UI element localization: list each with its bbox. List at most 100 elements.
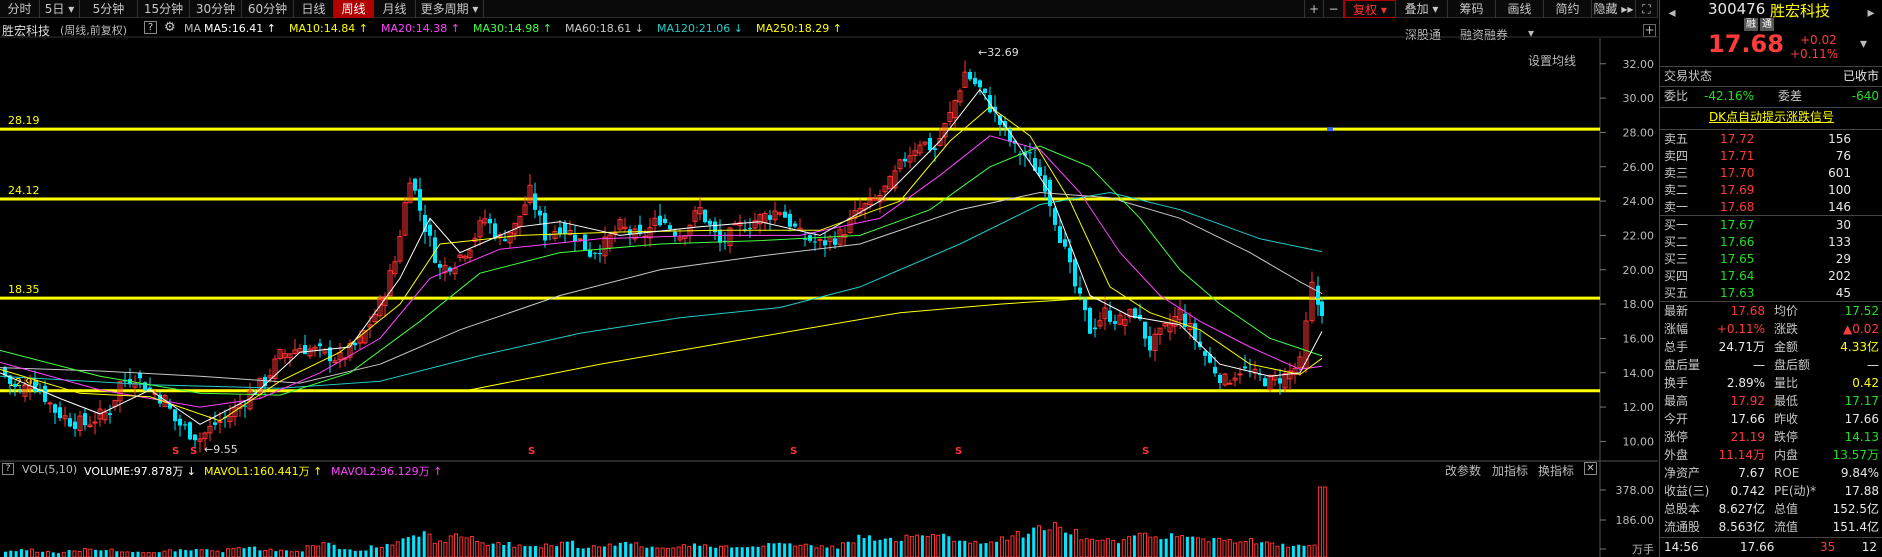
bid-volume: 133 bbox=[1828, 235, 1851, 249]
volume-bar bbox=[676, 546, 681, 557]
y-tick-label: 32.00 bbox=[1623, 58, 1655, 71]
volume-bar bbox=[560, 541, 564, 557]
change-indicator-link[interactable]: 换指标 bbox=[1538, 462, 1574, 479]
volume-bar bbox=[454, 533, 458, 557]
volume-bar bbox=[650, 546, 654, 557]
volume-bar bbox=[634, 542, 639, 557]
candle-body bbox=[1237, 373, 1243, 376]
candle-body bbox=[983, 88, 987, 93]
volume-bar bbox=[25, 550, 29, 557]
dropdown-icon[interactable]: ▾ bbox=[1860, 36, 1867, 52]
volume-bar bbox=[199, 549, 204, 557]
stat-value: 152.5亿 bbox=[1832, 502, 1879, 516]
volume-bar bbox=[162, 550, 167, 557]
volume-bar bbox=[194, 549, 198, 557]
y-tick-label: 30.00 bbox=[1623, 92, 1655, 105]
candle-body bbox=[1316, 285, 1320, 305]
volume-bar bbox=[1217, 537, 1222, 557]
candle-body bbox=[1263, 378, 1267, 387]
candle-body bbox=[183, 424, 187, 426]
volume-bar bbox=[51, 552, 55, 557]
volume-bar bbox=[268, 548, 273, 557]
volume-bar bbox=[666, 548, 670, 557]
volume-bar bbox=[1307, 545, 1312, 557]
volume-bar bbox=[274, 551, 278, 557]
volume-bar bbox=[899, 540, 903, 557]
add-indicator-link[interactable]: 加指标 bbox=[1492, 462, 1528, 479]
volume-bar bbox=[1191, 536, 1195, 557]
stat-row: 外盘 11.14万 内盘 13.57万 bbox=[1660, 447, 1882, 464]
stat-value: 17.88 bbox=[1844, 484, 1879, 498]
stat-label: 总值 bbox=[1774, 502, 1799, 516]
candle-body bbox=[13, 383, 17, 387]
bid-row: 买一 17.67 30 bbox=[1660, 217, 1882, 234]
volume-bar bbox=[999, 536, 1004, 557]
candle-body bbox=[418, 189, 422, 211]
volume-bar bbox=[45, 551, 50, 557]
stat-label: 跌停 bbox=[1774, 430, 1799, 444]
volume-bar bbox=[205, 549, 209, 557]
volume-bar bbox=[327, 542, 331, 557]
stat-value: 9.84% bbox=[1840, 466, 1879, 480]
y-tick-label: 20.00 bbox=[1623, 264, 1655, 277]
volume-bar bbox=[1302, 545, 1306, 557]
volume-bar bbox=[1148, 536, 1153, 557]
ma10-line bbox=[0, 106, 1323, 422]
volume-bar bbox=[77, 550, 82, 557]
volume-bar bbox=[109, 548, 114, 557]
volume-bar bbox=[231, 548, 236, 557]
candle-body bbox=[413, 178, 417, 191]
volume-bar bbox=[173, 551, 177, 557]
volume-bar bbox=[1052, 522, 1057, 557]
volume-bar bbox=[1264, 541, 1269, 557]
volume-bar bbox=[30, 548, 34, 557]
volume-bar bbox=[703, 544, 708, 557]
candle-body bbox=[638, 224, 642, 234]
volume-bar bbox=[624, 541, 628, 557]
volume-bar bbox=[523, 546, 527, 557]
candle-body bbox=[83, 413, 87, 426]
stat-value: 17.52 bbox=[1844, 304, 1879, 318]
bid-label: 买三 bbox=[1664, 252, 1689, 266]
candle-body bbox=[1078, 287, 1082, 294]
stat-label: 盘后量 bbox=[1664, 358, 1701, 372]
trade-status-row: 交易状态 已收市 bbox=[1660, 68, 1882, 85]
volume-bar bbox=[814, 547, 819, 557]
signal-row[interactable]: DK点自动提示涨跌信号 bbox=[1660, 109, 1882, 126]
ask-label: 卖四 bbox=[1664, 149, 1689, 163]
close-indicator-icon[interactable]: ✕ bbox=[1584, 462, 1597, 475]
stat-label: ROE bbox=[1774, 466, 1800, 480]
next-stock-icon[interactable]: ▸ bbox=[1860, 0, 1882, 26]
volume-bar bbox=[427, 533, 432, 557]
volume-bar bbox=[1238, 541, 1243, 557]
stat-label: 流值 bbox=[1774, 520, 1799, 534]
volume-bar bbox=[115, 551, 119, 557]
volume-info-bar: ? VOL(5,10) VOLUME:97.878万 ↓ MAVOL1:160.4… bbox=[0, 462, 1597, 479]
stat-label: 昨收 bbox=[1774, 412, 1799, 426]
volume-bar bbox=[1227, 538, 1232, 557]
s-marker: S bbox=[1142, 446, 1149, 457]
prev-stock-icon[interactable]: ◂ bbox=[1660, 0, 1684, 26]
stat-label: 净资产 bbox=[1664, 466, 1701, 480]
volume-bar bbox=[1206, 541, 1211, 557]
tick-volume: 35 bbox=[1820, 540, 1836, 554]
bid-row: 买三 17.65 29 bbox=[1660, 251, 1882, 268]
volume-bar bbox=[698, 545, 702, 557]
volume-bar bbox=[1254, 543, 1259, 557]
volume-bar bbox=[41, 551, 45, 557]
volume-bar bbox=[952, 540, 957, 557]
volume-bar bbox=[1143, 532, 1147, 557]
bid-row: 买四 17.64 202 bbox=[1660, 268, 1882, 285]
volume-bar bbox=[417, 536, 421, 557]
candle-body bbox=[968, 71, 972, 80]
candle-body bbox=[188, 422, 192, 440]
volume-bar bbox=[904, 534, 909, 557]
weicha-value: -640 bbox=[1851, 89, 1879, 103]
volume-bar bbox=[19, 549, 23, 557]
vol-help-icon[interactable]: ? bbox=[2, 463, 14, 475]
volume-bar bbox=[719, 545, 723, 557]
signal-link[interactable]: DK点自动提示涨跌信号 bbox=[1660, 109, 1882, 126]
stat-row: 今开 17.66 昨收 17.66 bbox=[1660, 411, 1882, 428]
volume-bar bbox=[942, 533, 946, 557]
edit-params-link[interactable]: 改参数 bbox=[1445, 462, 1481, 479]
